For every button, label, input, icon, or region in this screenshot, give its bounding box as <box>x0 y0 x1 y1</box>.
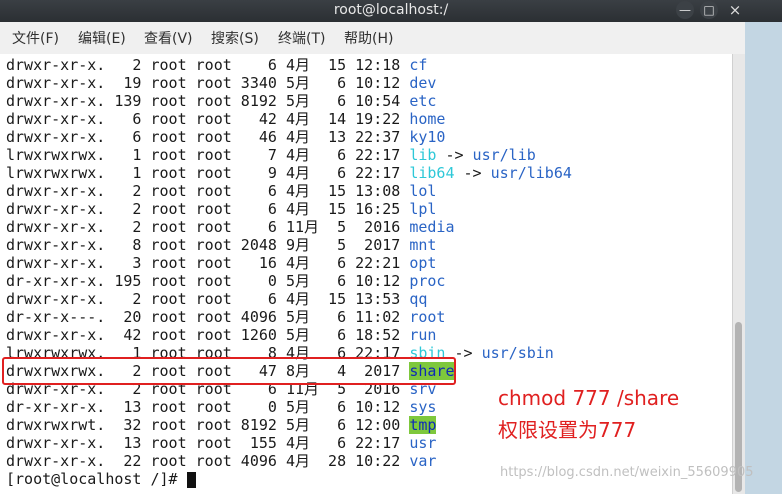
listing-row: drwxr-xr-x. 2 root root 6 4月 15 12:18 cf <box>6 56 427 74</box>
row-meta: lrwxrwxrwx. 1 root root 9 4月 6 22:17 <box>6 164 410 182</box>
row-meta: lrwxrwxrwx. 1 root root 7 4月 6 22:17 <box>6 146 410 164</box>
close-icon[interactable]: × <box>722 0 748 20</box>
listing-row: drwxr-xr-x. 2 root root 6 11月 5 2016 med… <box>6 218 454 236</box>
row-meta: drwxr-xr-x. 139 root root 8192 5月 6 10:5… <box>6 92 410 110</box>
minimize-icon[interactable]: — <box>676 1 694 19</box>
menu-terminal[interactable]: 终端(T) <box>278 28 325 48</box>
menu-view[interactable]: 查看(V) <box>144 28 193 48</box>
listing-row: dr-xr-x---. 20 root root 4096 5月 6 11:02… <box>6 308 445 326</box>
menu-edit[interactable]: 编辑(E) <box>78 28 126 48</box>
row-meta: drwxr-xr-x. 2 root root 6 4月 15 13:08 <box>6 182 410 200</box>
row-name: root <box>409 308 446 326</box>
link-target: usr/sbin <box>481 344 554 362</box>
listing-row: lrwxrwxrwx. 1 root root 7 4月 6 22:17 lib… <box>6 146 536 164</box>
listing-row: dr-xr-xr-x. 13 root root 0 5月 6 10:12 sy… <box>6 398 436 416</box>
row-meta: drwxr-xr-x. 19 root root 3340 5月 6 10:12 <box>6 74 410 92</box>
maximize-icon[interactable]: □ <box>700 1 718 19</box>
row-name: lib64 <box>409 164 455 182</box>
listing-row: drwxr-xr-x. 2 root root 6 4月 15 16:25 lp… <box>6 200 436 218</box>
row-name: home <box>409 110 446 128</box>
listing-row: drwxr-xr-x. 8 root root 2048 9月 5 2017 m… <box>6 236 436 254</box>
watermark: https://blog.csdn.net/weixin_55609905 <box>500 465 754 480</box>
row-name: tmp <box>409 416 437 434</box>
menu-bar: 文件(F) 编辑(E) 查看(V) 搜索(S) 终端(T) 帮助(H) <box>0 22 745 55</box>
row-meta: drwxrwxrwt. 32 root root 8192 5月 6 12:00 <box>6 416 410 434</box>
menu-file[interactable]: 文件(F) <box>12 28 59 48</box>
row-meta: drwxr-xr-x. 22 root root 4096 4月 28 10:2… <box>6 452 410 470</box>
row-name: lol <box>409 182 437 200</box>
row-meta: drwxr-xr-x. 13 root root 155 4月 6 22:17 <box>6 434 410 452</box>
row-meta: drwxr-xr-x. 8 root root 2048 9月 5 2017 <box>6 236 410 254</box>
row-meta: drwxr-xr-x. 2 root root 6 4月 15 12:18 <box>6 56 410 74</box>
row-name: cf <box>409 56 428 74</box>
listing-row: dr-xr-xr-x. 195 root root 0 5月 6 10:12 p… <box>6 272 445 290</box>
row-name: ky10 <box>409 128 446 146</box>
listing-row: drwxrwxrwt. 32 root root 8192 5月 6 12:00… <box>6 416 437 434</box>
listing-row: drwxr-xr-x. 2 root root 6 4月 15 13:53 qq <box>6 290 427 308</box>
row-name: run <box>409 326 437 344</box>
row-name: lpl <box>409 200 437 218</box>
highlight-box <box>2 357 456 385</box>
link-arrow: -> <box>454 164 491 182</box>
row-name: qq <box>409 290 428 308</box>
annotation-note: 权限设置为777 <box>498 418 637 442</box>
listing-row: drwxr-xr-x. 6 root root 42 4月 14 19:22 h… <box>6 110 445 128</box>
row-meta: drwxr-xr-x. 6 root root 42 4月 14 19:22 <box>6 110 410 128</box>
row-name: var <box>409 452 437 470</box>
title-bar[interactable]: root@localhost:/ — □ × <box>0 0 782 23</box>
row-name: etc <box>409 92 437 110</box>
listing-row: drwxr-xr-x. 42 root root 1260 5月 6 18:52… <box>6 326 436 344</box>
row-name: opt <box>409 254 437 272</box>
row-name: lib <box>409 146 437 164</box>
row-meta: drwxr-xr-x. 3 root root 16 4月 6 22:21 <box>6 254 410 272</box>
prompt-line[interactable]: [root@localhost /]# <box>6 470 196 488</box>
listing-row: drwxr-xr-x. 139 root root 8192 5月 6 10:5… <box>6 92 436 110</box>
row-meta: drwxr-xr-x. 2 root root 6 4月 15 16:25 <box>6 200 410 218</box>
link-target: usr/lib64 <box>490 164 572 182</box>
listing-row: lrwxrwxrwx. 1 root root 9 4月 6 22:17 lib… <box>6 164 572 182</box>
listing-row: drwxr-xr-x. 19 root root 3340 5月 6 10:12… <box>6 74 436 92</box>
listing-row: drwxr-xr-x. 2 root root 6 4月 15 13:08 lo… <box>6 182 436 200</box>
listing-row: drwxr-xr-x. 22 root root 4096 4月 28 10:2… <box>6 452 436 470</box>
annotation-command: chmod 777 /share <box>498 386 680 410</box>
listing-row: drwxr-xr-x. 6 root root 46 4月 13 22:37 k… <box>6 128 445 146</box>
row-name: dev <box>409 74 437 92</box>
desktop-background <box>745 22 782 494</box>
row-meta: dr-xr-xr-x. 13 root root 0 5月 6 10:12 <box>6 398 410 416</box>
menu-help[interactable]: 帮助(H) <box>344 28 393 48</box>
row-meta: dr-xr-xr-x. 195 root root 0 5月 6 10:12 <box>6 272 410 290</box>
row-meta: drwxr-xr-x. 2 root root 6 11月 5 2016 <box>6 218 410 236</box>
cursor <box>186 471 196 488</box>
row-name: mnt <box>409 236 437 254</box>
prompt: [root@localhost /]# <box>6 470 178 488</box>
listing-row: drwxr-xr-x. 3 root root 16 4月 6 22:21 op… <box>6 254 436 272</box>
link-target: usr/lib <box>472 146 536 164</box>
link-arrow: -> <box>436 146 473 164</box>
listing-row: drwxr-xr-x. 13 root root 155 4月 6 22:17 … <box>6 434 436 452</box>
row-meta: dr-xr-x---. 20 root root 4096 5月 6 11:02 <box>6 308 410 326</box>
row-meta: drwxr-xr-x. 42 root root 1260 5月 6 18:52 <box>6 326 410 344</box>
menu-search[interactable]: 搜索(S) <box>211 28 259 48</box>
row-name: proc <box>409 272 446 290</box>
row-meta: drwxr-xr-x. 6 root root 46 4月 13 22:37 <box>6 128 410 146</box>
row-name: usr <box>409 434 437 452</box>
window-title: root@localhost:/ <box>333 2 449 18</box>
row-meta: drwxr-xr-x. 2 root root 6 4月 15 13:53 <box>6 290 410 308</box>
row-name: media <box>409 218 455 236</box>
row-name: sys <box>409 398 437 416</box>
